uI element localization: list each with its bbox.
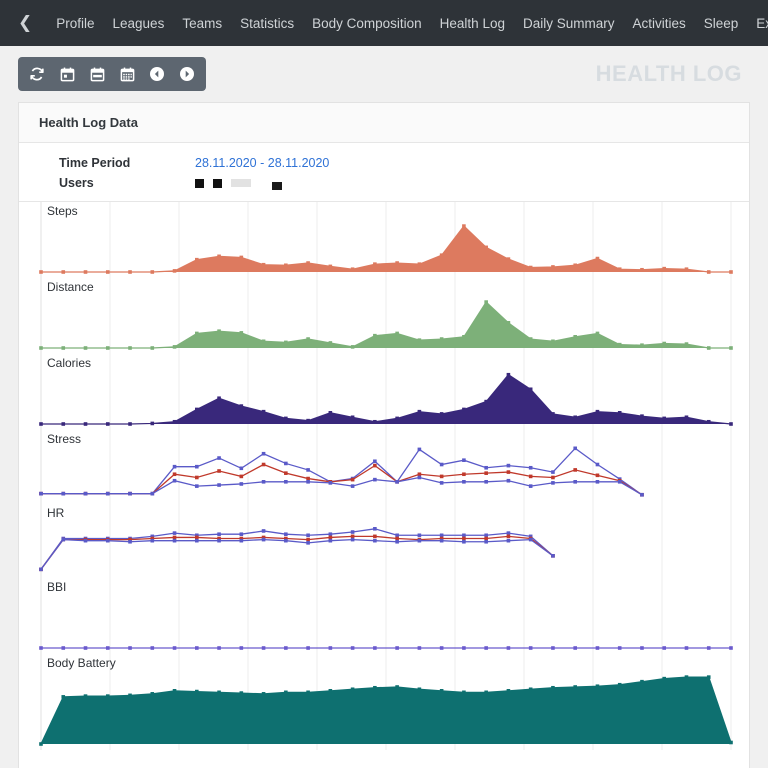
chevron-left-icon[interactable]: ❮ [18,14,32,32]
nav-item-profile[interactable]: Profile [47,12,103,35]
nav-item-teams[interactable]: Teams [173,12,231,35]
nav-item-activities[interactable]: Activities [624,12,695,35]
user-chip-redacted-3[interactable] [231,179,251,187]
nav-item-leagues[interactable]: Leagues [104,12,174,35]
users-value[interactable] [195,177,294,190]
toolbar-band: HEALTH LOG [0,46,768,102]
chart-calories[interactable] [19,354,749,430]
chart-distance[interactable] [19,278,749,354]
previous-icon[interactable] [142,59,172,89]
chart-row-bbi: BBI [19,578,749,654]
refresh-icon[interactable] [22,59,52,89]
chart-row-body-battery: Body Battery [19,654,749,750]
chart-toolbar [18,57,206,91]
time-period-label: Time Period [59,156,131,170]
nav-item-export[interactable]: Export [747,12,768,35]
filter-summary: Time Period 28.11.2020 - 28.11.2020 User… [19,143,749,202]
card-title: Health Log Data [19,103,749,143]
chart-row-distance: Distance [19,278,749,354]
chart-stress[interactable] [19,430,749,504]
user-chip-redacted-1[interactable] [195,178,204,188]
nav-item-sleep[interactable]: Sleep [695,12,748,35]
calendar-month-icon[interactable] [112,59,142,89]
users-row: Users [39,173,729,193]
nav-item-health-log[interactable]: Health Log [431,12,514,35]
nav-item-daily-summary[interactable]: Daily Summary [514,12,624,35]
time-period-row: Time Period 28.11.2020 - 28.11.2020 [39,153,729,173]
user-chip-redacted-2[interactable] [213,178,222,188]
chart-row-hr: HR [19,504,749,578]
chart-bbi[interactable] [19,578,749,654]
next-icon[interactable] [172,59,202,89]
health-metrics-chart-stack: Steps Distance Calories Stress HR BBI Body Bat… [19,202,749,750]
calendar-week-icon[interactable] [82,59,112,89]
time-period-value[interactable]: 28.11.2020 - 28.11.2020 [195,156,329,170]
chart-hr[interactable] [19,504,749,578]
users-label: Users [59,176,94,190]
top-navigation-bar: ❮ Profile Leagues Teams Statistics Body … [0,0,768,46]
chart-body-battery[interactable] [19,654,749,750]
chart-steps[interactable] [19,202,749,278]
user-chip-redacted-4[interactable] [260,177,294,190]
nav-item-body-composition[interactable]: Body Composition [303,12,431,35]
chart-row-steps: Steps [19,202,749,278]
chart-row-calories: Calories [19,354,749,430]
nav-item-statistics[interactable]: Statistics [231,12,303,35]
calendar-day-icon[interactable] [52,59,82,89]
page-title: HEALTH LOG [595,61,742,86]
health-log-card: Health Log Data Time Period 28.11.2020 -… [18,102,750,768]
chart-row-stress: Stress [19,430,749,504]
